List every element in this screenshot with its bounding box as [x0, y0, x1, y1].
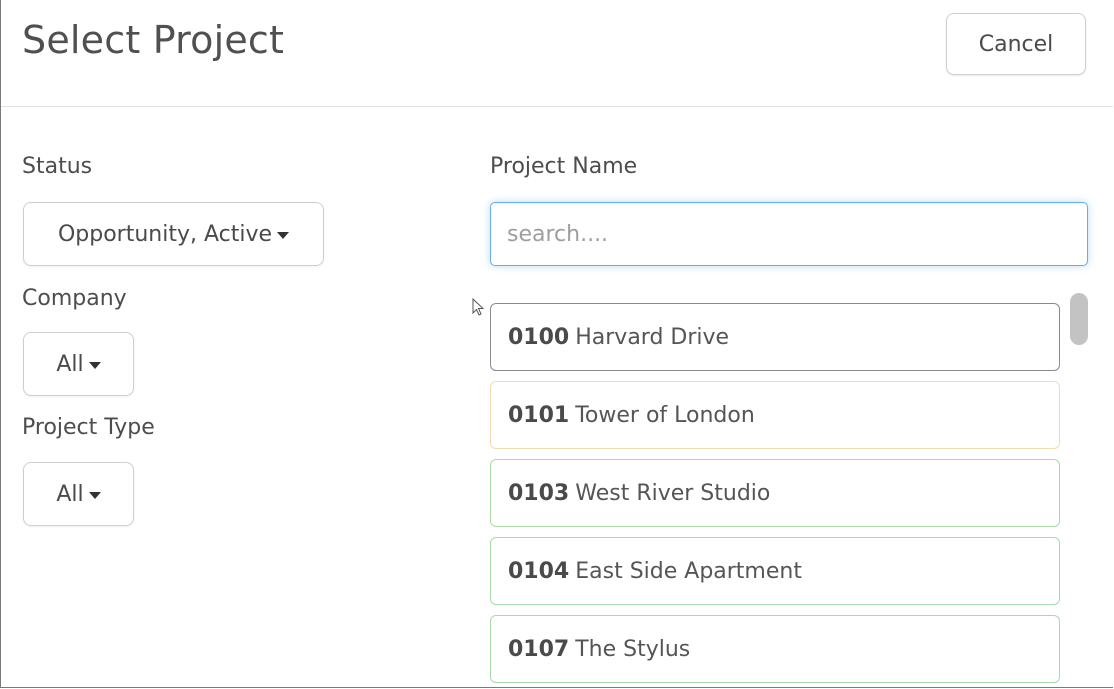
project-name: Harvard Drive: [575, 324, 730, 350]
company-dropdown[interactable]: All: [23, 332, 134, 396]
status-label: Status: [22, 154, 93, 179]
project-item[interactable]: 0103 West River Studio: [490, 459, 1060, 527]
project-name-label: Project Name: [490, 154, 638, 179]
project-item[interactable]: 0104 East Side Apartment: [490, 537, 1060, 605]
project-list-scrollbar[interactable]: [1069, 292, 1089, 687]
project-number: 0103: [508, 480, 570, 506]
status-dropdown[interactable]: Opportunity, Active: [23, 202, 324, 266]
mouse-pointer-icon: [472, 298, 485, 316]
project-number: 0104: [508, 558, 570, 584]
project-name: East Side Apartment: [575, 558, 802, 584]
cancel-button[interactable]: Cancel: [946, 13, 1086, 75]
caret-down-icon: [88, 492, 101, 499]
project-type-dropdown-value: All: [56, 481, 84, 507]
company-label: Company: [22, 286, 127, 311]
scrollbar-thumb[interactable]: [1070, 293, 1088, 345]
project-name: The Stylus: [575, 636, 691, 662]
project-name: Tower of London: [575, 402, 755, 428]
company-dropdown-value: All: [56, 351, 84, 377]
page-title: Select Project: [22, 18, 285, 62]
project-number: 0100: [508, 324, 570, 350]
project-item[interactable]: 0107 The Stylus: [490, 615, 1060, 683]
project-name: West River Studio: [575, 480, 771, 506]
project-type-dropdown[interactable]: All: [23, 462, 134, 526]
status-dropdown-value: Opportunity, Active: [57, 221, 273, 247]
project-list: 0100 Harvard Drive 0101 Tower of London …: [490, 303, 1061, 687]
project-item[interactable]: 0100 Harvard Drive: [490, 303, 1060, 371]
search-input[interactable]: [490, 202, 1088, 266]
caret-down-icon: [277, 232, 290, 239]
project-type-label: Project Type: [22, 415, 155, 440]
project-item[interactable]: 0101 Tower of London: [490, 381, 1060, 449]
project-number: 0107: [508, 636, 570, 662]
caret-down-icon: [88, 362, 101, 369]
dialog-header: Select Project Cancel: [1, 0, 1113, 107]
select-project-dialog: Select Project Cancel Status Opportunity…: [0, 0, 1113, 688]
project-number: 0101: [508, 402, 570, 428]
